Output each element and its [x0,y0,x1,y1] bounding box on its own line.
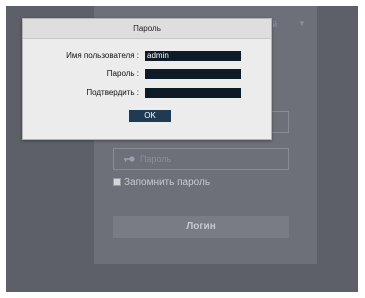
login-button[interactable]: Логин [113,216,289,238]
remember-label: Запомнить пароль [124,177,211,188]
confirm-label: Подтвердить : [86,88,139,97]
chevron-down-icon[interactable]: ▼ [298,19,306,28]
username-input[interactable] [145,51,241,61]
password-dialog: Пароль Имя пользователя : Пароль : Подтв… [22,18,272,140]
key-icon [124,156,135,162]
password-field[interactable]: Пароль [113,148,289,170]
password-placeholder: Пароль [140,154,172,164]
username-label: Имя пользователя : [66,51,139,60]
ok-button[interactable]: OK [129,110,171,122]
password-label: Пароль : [106,69,139,78]
remember-checkbox[interactable] [113,178,121,186]
dialog-title-bar: Пароль [23,19,271,39]
dialog-title: Пароль [133,24,161,33]
confirm-input[interactable] [145,88,241,98]
password-input[interactable] [145,69,241,79]
